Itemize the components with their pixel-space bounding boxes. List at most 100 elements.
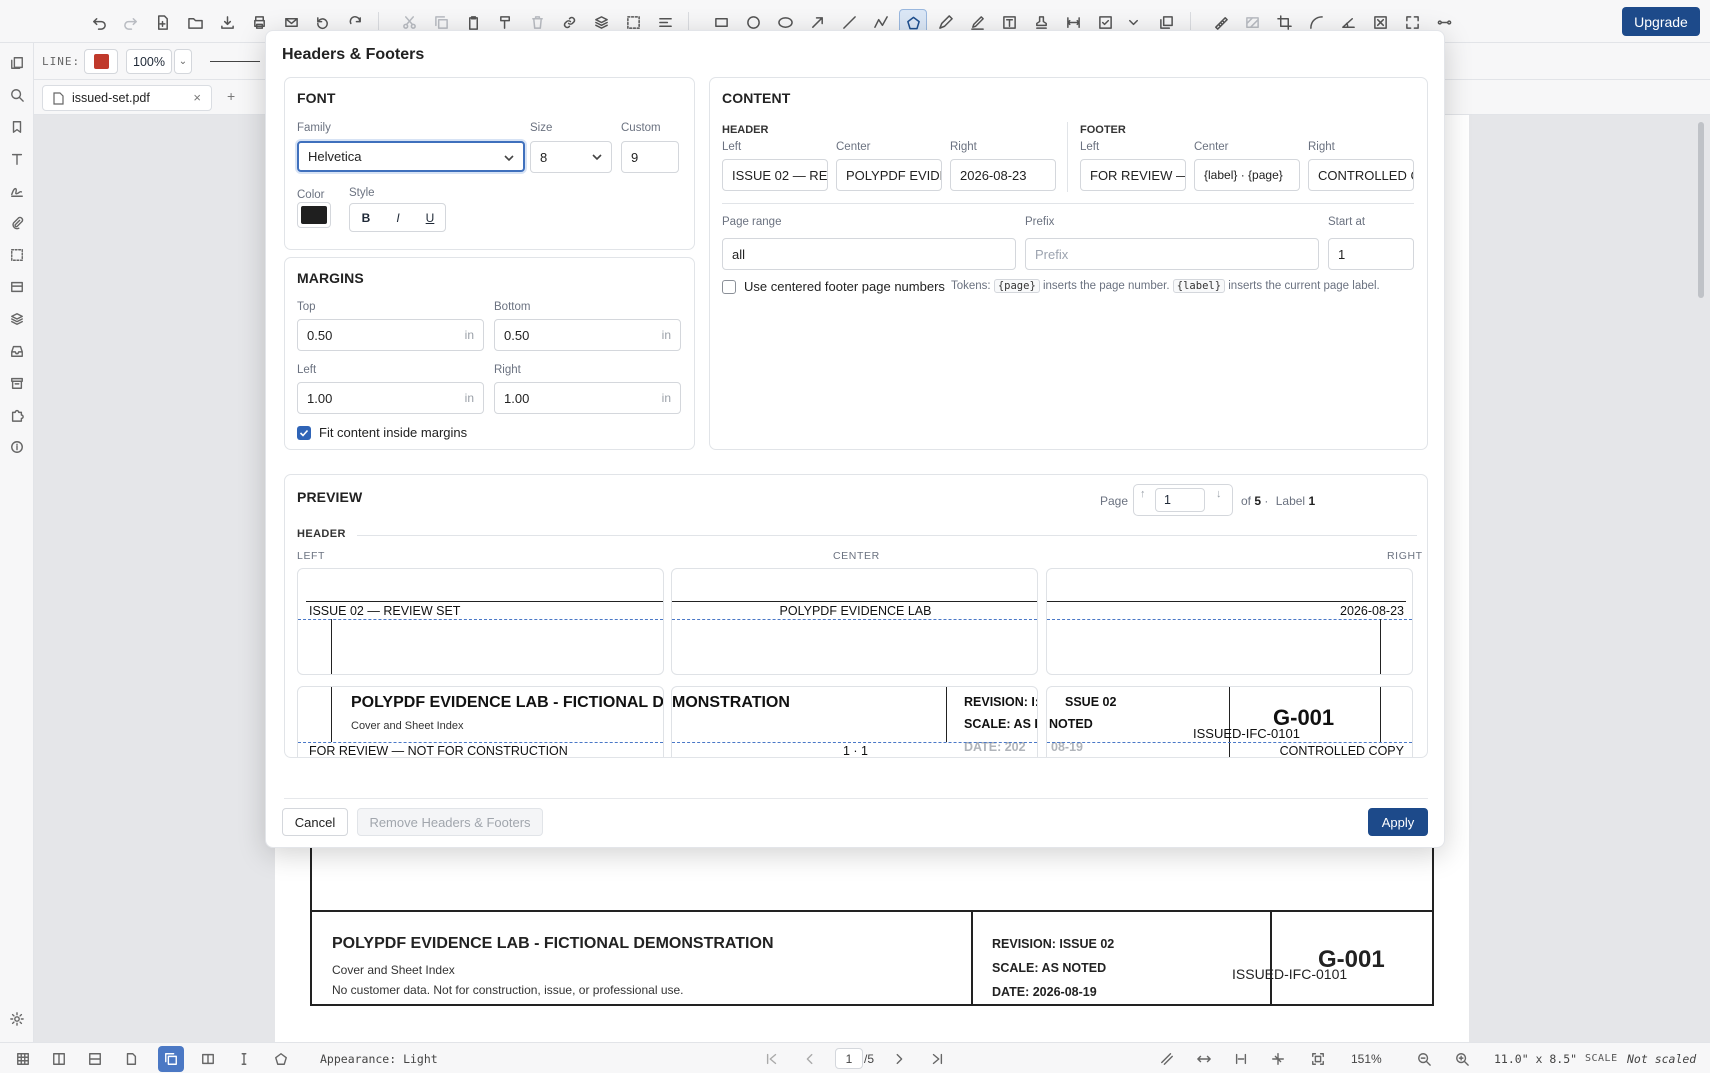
preview-footer-right-text: CONTROLLED COPY	[1277, 744, 1404, 758]
italic-button[interactable]: I	[382, 204, 414, 231]
layers-panel-icon[interactable]	[8, 310, 26, 328]
preview-footer-center-text: 1 · 1	[842, 744, 868, 758]
font-family-select[interactable]: Helvetica	[297, 141, 525, 172]
bottom-margin-input[interactable]: 0.50 in	[494, 319, 681, 351]
text-cursor-icon[interactable]	[235, 1050, 253, 1068]
opacity-dropdown-icon[interactable]: ⌄	[174, 49, 192, 74]
print-icon[interactable]	[248, 11, 270, 33]
cancel-button[interactable]: Cancel	[282, 808, 348, 836]
right-margin-input[interactable]: 1.00 in	[494, 382, 681, 414]
add-tab-icon[interactable]: +	[227, 88, 235, 104]
fit-content-checkbox[interactable]	[297, 426, 311, 440]
horizontal-split-icon[interactable]	[86, 1050, 104, 1068]
snap-icon[interactable]	[1158, 1050, 1176, 1068]
font-size-select[interactable]: 8	[530, 141, 612, 173]
prev-page-icon[interactable]	[801, 1050, 819, 1068]
page-range-label: Page range	[722, 216, 782, 228]
continuous-view-button[interactable]	[158, 1046, 184, 1072]
font-color-swatch[interactable]	[297, 202, 331, 228]
top-margin-input[interactable]: 0.50 in	[297, 319, 484, 351]
zoom-level[interactable]: 151%	[1351, 1052, 1382, 1066]
preview-page-input[interactable]: 1	[1155, 488, 1205, 512]
text-tool-icon[interactable]	[8, 150, 26, 168]
download-icon[interactable]	[216, 11, 238, 33]
apply-button[interactable]: Apply	[1368, 808, 1428, 836]
top-margin-label: Top	[297, 301, 316, 313]
dot-separator: ·	[1264, 494, 1269, 508]
zoom-out-icon[interactable]	[1415, 1050, 1433, 1068]
single-page-icon[interactable]	[122, 1050, 140, 1068]
page-number-input[interactable]: 1	[835, 1048, 863, 1069]
sheet-divider	[1270, 910, 1272, 1006]
grid-view-icon[interactable]	[14, 1050, 32, 1068]
custom-size-input[interactable]: 9	[621, 141, 679, 173]
new-file-icon[interactable]	[151, 11, 173, 33]
footer-left-input[interactable]: FOR REVIEW — NOT FOR CONSTRUCTION	[1080, 159, 1186, 191]
appearance-status[interactable]: Appearance: Light	[320, 1052, 438, 1066]
zoom-region-icon[interactable]	[1309, 1050, 1327, 1068]
archive-icon[interactable]	[8, 374, 26, 392]
font-color-fill	[301, 206, 327, 224]
fit-page-icon[interactable]	[1232, 1050, 1250, 1068]
prefix-input[interactable]: Prefix	[1025, 238, 1319, 270]
preview-revision-b: SSUE 02	[1065, 695, 1117, 709]
bookmark-icon[interactable]	[8, 118, 26, 136]
family-label: Family	[297, 122, 331, 134]
upgrade-button[interactable]: Upgrade	[1622, 7, 1700, 36]
footer-center-input[interactable]: {label} · {page}	[1194, 159, 1300, 191]
form-icon[interactable]	[8, 278, 26, 296]
info-icon[interactable]	[8, 438, 26, 456]
first-page-icon[interactable]	[763, 1050, 781, 1068]
page-up-icon[interactable]: ↑	[1140, 488, 1146, 500]
close-tab-icon[interactable]: ×	[193, 90, 201, 105]
inbox-icon[interactable]	[8, 342, 26, 360]
style-group: B I U	[349, 203, 446, 232]
vertical-scrollbar[interactable]	[1698, 122, 1704, 298]
puzzle-icon[interactable]	[8, 406, 26, 424]
centered-page-numbers-checkbox[interactable]	[722, 280, 736, 294]
open-folder-icon[interactable]	[184, 11, 206, 33]
last-page-icon[interactable]	[928, 1050, 946, 1068]
bold-button[interactable]: B	[350, 204, 382, 231]
centered-page-numbers-label[interactable]: Use centered footer page numbers	[744, 279, 945, 294]
unit-label: in	[661, 391, 671, 405]
pages-icon[interactable]	[8, 54, 26, 72]
header-left-label: Left	[722, 141, 742, 153]
start-at-input[interactable]: 1	[1328, 238, 1414, 270]
preview-card: PREVIEW Page ↑ 1 ↓ of 5 · Label 1 HEADER…	[284, 474, 1428, 758]
header-right-input[interactable]: 2026-08-23	[950, 159, 1056, 191]
tab-issued-set[interactable]: issued-set.pdf ×	[42, 85, 212, 111]
two-page-icon[interactable]	[199, 1050, 217, 1068]
preview-scale-a: SCALE: AS I	[964, 717, 1038, 731]
line-style-preview[interactable]	[210, 61, 260, 62]
shape-icon[interactable]	[272, 1050, 290, 1068]
preview-header-label: HEADER	[297, 528, 346, 540]
measure-toggle-icon[interactable]	[1269, 1050, 1287, 1068]
settings-gear-icon[interactable]	[8, 1010, 26, 1028]
undo-icon[interactable]	[88, 11, 110, 33]
fit-content-label[interactable]: Fit content inside margins	[319, 425, 467, 440]
opacity-field[interactable]: 100%	[126, 49, 172, 74]
token-label-desc: inserts the current page label.	[1228, 280, 1380, 292]
footer-right-input[interactable]: CONTROLLED COPY	[1308, 159, 1414, 191]
split-view-icon[interactable]	[50, 1050, 68, 1068]
page-range-input[interactable]: all	[722, 238, 1016, 270]
next-page-icon[interactable]	[890, 1050, 908, 1068]
content-card: CONTENT HEADER FOOTER Left Center Right …	[709, 77, 1428, 450]
header-left-input[interactable]: ISSUE 02 — REVIEW SET	[722, 159, 828, 191]
page-down-icon[interactable]: ↓	[1216, 488, 1222, 500]
attachment-icon[interactable]	[8, 214, 26, 232]
header-center-input[interactable]: POLYPDF EVIDENCE LAB	[836, 159, 942, 191]
line-color-swatch[interactable]	[84, 49, 118, 74]
left-margin-input[interactable]: 1.00 in	[297, 382, 484, 414]
zoom-in-icon[interactable]	[1453, 1050, 1471, 1068]
preview-heading: PREVIEW	[297, 489, 363, 505]
underline-button[interactable]: U	[414, 204, 446, 231]
remove-headers-footers-button[interactable]: Remove Headers & Footers	[357, 808, 543, 836]
signature-icon[interactable]	[8, 182, 26, 200]
section-divider	[1067, 122, 1068, 192]
selection-icon[interactable]	[8, 246, 26, 264]
fit-width-icon[interactable]	[1195, 1050, 1213, 1068]
search-icon[interactable]	[8, 86, 26, 104]
redo-icon[interactable]	[119, 11, 141, 33]
